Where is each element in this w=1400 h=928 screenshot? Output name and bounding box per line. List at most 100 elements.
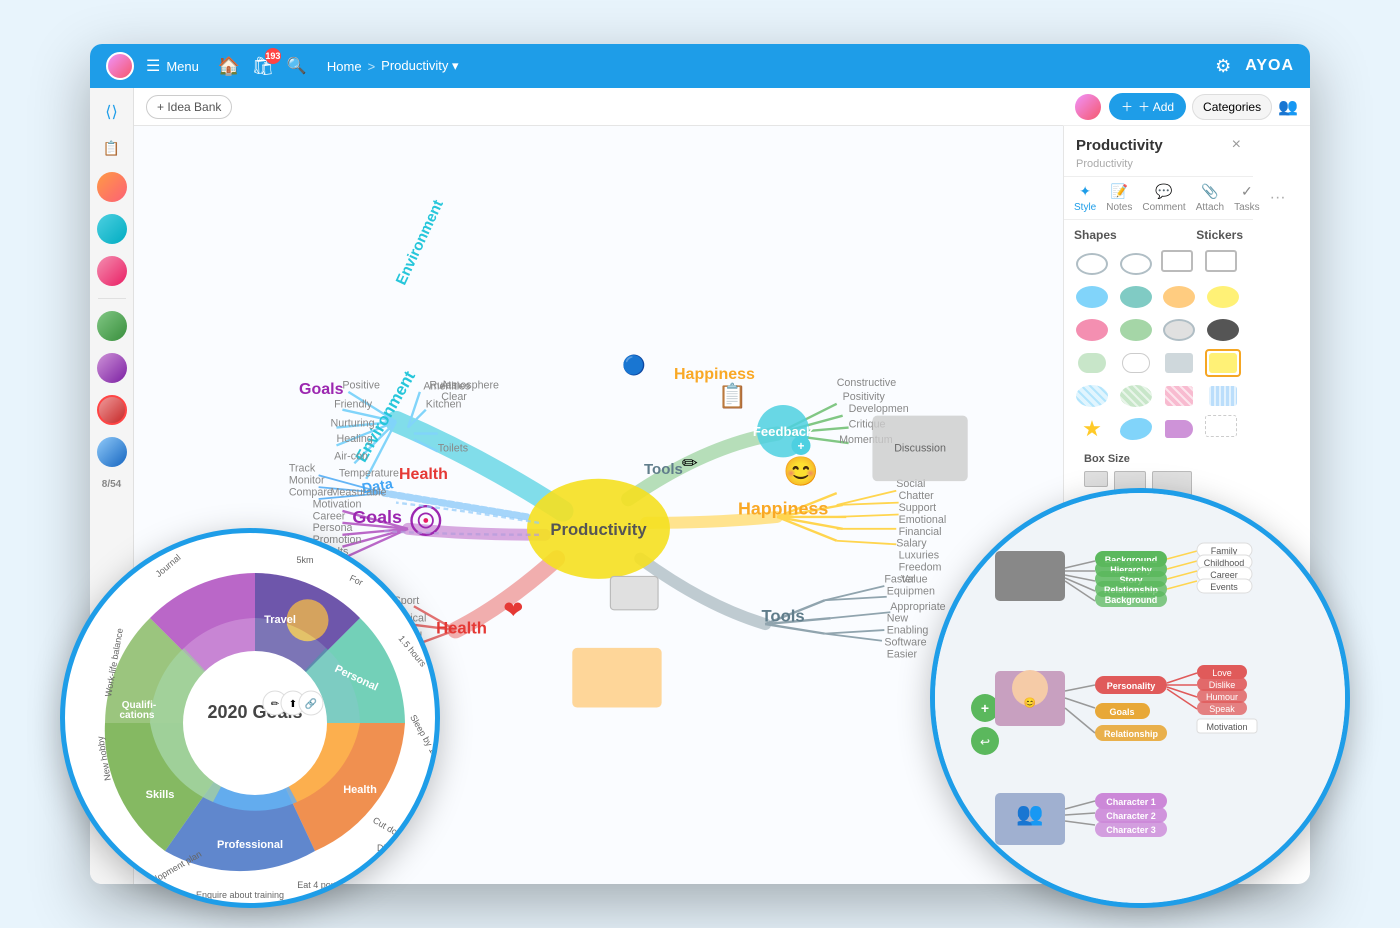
svg-text:Financial: Financial: [899, 526, 942, 538]
add-icon: ＋: [1121, 98, 1133, 115]
share-icon[interactable]: 👥: [1278, 97, 1298, 117]
sidebar-avatar-4[interactable]: [97, 311, 127, 341]
search-button[interactable]: 🔍: [287, 56, 307, 76]
svg-text:Salary: Salary: [896, 538, 927, 550]
shape-star[interactable]: ★: [1074, 415, 1110, 443]
svg-text:Temperature: Temperature: [339, 467, 399, 479]
svg-text:📋: 📋: [718, 382, 748, 410]
svg-text:Happiness: Happiness: [738, 499, 828, 519]
svg-text:Travel: Travel: [264, 614, 296, 626]
shapes-section: Shapes Stickers: [1064, 220, 1253, 513]
shape-oval-gray[interactable]: [1161, 316, 1197, 344]
panel-close-button[interactable]: ×: [1232, 136, 1241, 154]
shape-speech-white[interactable]: [1118, 349, 1154, 377]
breadcrumb-separator: >: [368, 59, 376, 74]
hamburger-icon: ☰: [146, 56, 160, 76]
shape-rect-yellow-selected[interactable]: [1205, 349, 1241, 377]
sidebar-avatar-1[interactable]: [97, 172, 127, 202]
svg-text:Friendly: Friendly: [334, 398, 373, 410]
health-label: Health: [399, 466, 448, 484]
shape-blob[interactable]: [1118, 415, 1154, 443]
svg-text:Career: Career: [313, 510, 346, 522]
add-button[interactable]: ＋ ＋ Add: [1109, 93, 1186, 120]
shape-oval-blue[interactable]: [1074, 283, 1110, 311]
sidebar-icon-2[interactable]: 📋: [96, 132, 128, 164]
home-nav-button[interactable]: 🏠: [219, 56, 239, 76]
sidebar-avatar-3[interactable]: [97, 256, 127, 286]
titlebar-right: ⚙ AYOA: [1215, 56, 1294, 77]
svg-text:Professional: Professional: [217, 839, 283, 851]
svg-text:Healing: Healing: [336, 433, 372, 445]
right-circle-svg: + ↩ Background Hierarchy Story Relations…: [935, 493, 1350, 908]
notes-icon: 📝: [1111, 183, 1128, 200]
tab-tasks-label: Tasks: [1234, 202, 1260, 213]
tab-style[interactable]: ✦ Style: [1074, 183, 1096, 213]
sidebar-avatar-7[interactable]: [97, 437, 127, 467]
tab-comment[interactable]: 💬 Comment: [1142, 183, 1185, 213]
svg-text:Luxuries: Luxuries: [899, 550, 939, 562]
attach-icon: 📎: [1201, 183, 1218, 200]
shape-rect-outline[interactable]: [1161, 250, 1193, 272]
svg-text:❤: ❤: [503, 597, 523, 624]
shape-oval-green[interactable]: [1118, 316, 1154, 344]
shape-pattern-blue[interactable]: [1074, 382, 1110, 410]
svg-text:Enabling: Enabling: [887, 625, 929, 637]
shape-tag[interactable]: [1161, 415, 1197, 443]
tab-tasks[interactable]: ✓ Tasks: [1234, 183, 1260, 213]
tab-attach[interactable]: 📎 Attach: [1196, 183, 1224, 213]
svg-text:Speak: Speak: [1209, 704, 1235, 714]
box-size-small[interactable]: [1084, 471, 1108, 487]
categories-button[interactable]: Categories: [1192, 94, 1272, 120]
more-options-icon[interactable]: ···: [1270, 189, 1286, 207]
shape-oval-teal[interactable]: [1118, 283, 1154, 311]
main-toolbar: + Idea Bank: [134, 88, 1063, 126]
panel-header: Productivity × Productivity: [1064, 126, 1253, 177]
svg-text:😊: 😊: [783, 455, 819, 488]
svg-text:Tools: Tools: [762, 607, 805, 626]
svg-text:Humour: Humour: [1206, 692, 1238, 702]
svg-text:Enquire about training: Enquire about training: [196, 890, 284, 900]
notifications-button[interactable]: 🛍 193: [253, 56, 273, 76]
sidebar-avatar-6[interactable]: [97, 395, 127, 425]
sidebar-extra: 8/54: [102, 479, 121, 490]
left-zoom-circle: 2020 Goals Travel Personal Health Profes…: [60, 528, 440, 908]
svg-text:😊: 😊: [1024, 697, 1036, 709]
breadcrumb-home[interactable]: Home: [327, 59, 362, 74]
shape-pattern-green[interactable]: [1118, 382, 1154, 410]
shape-oval-dark[interactable]: [1205, 316, 1241, 344]
shape-oval-pink[interactable]: [1074, 316, 1110, 344]
right-zoom-circle: + ↩ Background Hierarchy Story Relations…: [930, 488, 1350, 908]
sidebar-mindmap-icon[interactable]: ⟨⟩: [96, 96, 128, 128]
shape-oval-outline[interactable]: [1074, 250, 1110, 278]
shape-speech-green[interactable]: [1074, 349, 1110, 377]
shape-oval-yellow[interactable]: [1205, 283, 1241, 311]
tab-notes-label: Notes: [1106, 202, 1132, 213]
shape-pattern-lines[interactable]: [1205, 382, 1241, 410]
sidebar-avatar-5[interactable]: [97, 353, 127, 383]
shape-pattern-pink[interactable]: [1161, 382, 1197, 410]
tab-notes[interactable]: 📝 Notes: [1106, 183, 1132, 213]
shape-oval-orange[interactable]: [1161, 283, 1197, 311]
tasks-icon: ✓: [1241, 183, 1253, 200]
style-icon: ✦: [1079, 183, 1091, 200]
menu-button[interactable]: ☰ Menu: [146, 56, 199, 76]
titlebar-icons: 🏠 🛍 193 🔍: [219, 56, 307, 76]
idea-bank-button[interactable]: + Idea Bank: [146, 95, 232, 119]
sidebar-avatar-2[interactable]: [97, 214, 127, 244]
settings-icon[interactable]: ⚙: [1215, 56, 1231, 77]
ayoa-logo: AYOA: [1245, 57, 1294, 75]
shape-rect-gray[interactable]: [1161, 349, 1197, 377]
canvas-header: ＋ ＋ Add Categories 👥: [1063, 88, 1310, 126]
user-avatar[interactable]: [106, 52, 134, 80]
svg-text:Support: Support: [899, 502, 937, 514]
shapes-grid: ★: [1074, 250, 1243, 443]
titlebar: ☰ Menu 🏠 🛍 193 🔍 Home > Productivity ▾ ⚙…: [90, 44, 1310, 88]
shape-oval-white[interactable]: [1118, 250, 1154, 278]
svg-text:Health: Health: [436, 619, 487, 638]
shape-extra[interactable]: [1205, 415, 1237, 437]
shape-rect-white[interactable]: [1205, 250, 1237, 272]
breadcrumb-current[interactable]: Productivity ▾: [381, 58, 458, 74]
svg-text:For: For: [348, 573, 364, 588]
svg-text:Feedback: Feedback: [753, 424, 814, 439]
svg-text:Nurturing: Nurturing: [331, 417, 375, 429]
